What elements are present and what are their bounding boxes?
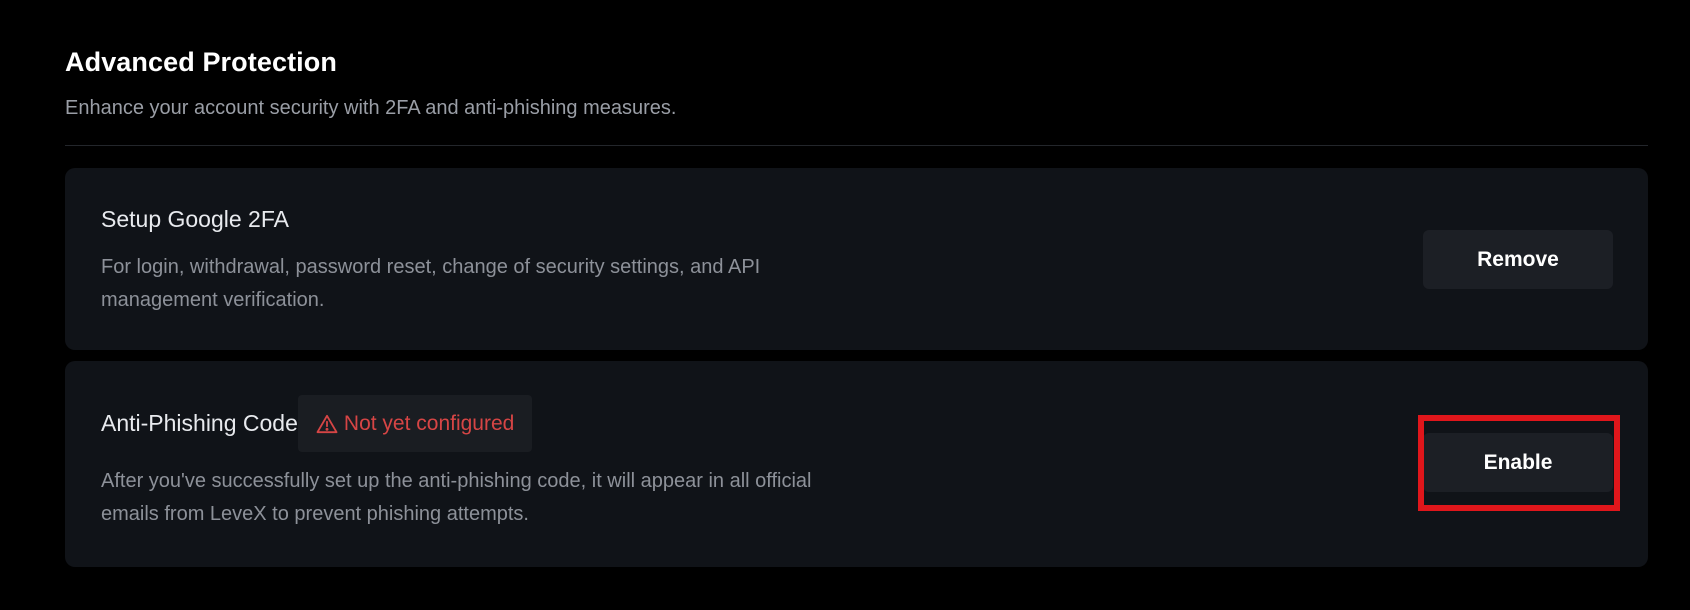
- advanced-protection-page: Advanced Protection Enhance your account…: [0, 0, 1690, 610]
- google-2fa-card: Setup Google 2FA For login, withdrawal, …: [65, 168, 1648, 350]
- warning-triangle-icon: [316, 414, 338, 434]
- anti-phishing-title-row: Anti-Phishing Code Not yet configured: [101, 395, 533, 452]
- enable-anti-phishing-button[interactable]: Enable: [1423, 433, 1613, 492]
- status-badge: Not yet configured: [297, 395, 533, 452]
- google-2fa-description: For login, withdrawal, password reset, c…: [101, 256, 761, 311]
- section-subtitle: Enhance your account security with 2FA a…: [65, 97, 677, 119]
- anti-phishing-title: Anti-Phishing Code: [101, 410, 298, 436]
- section-title: Advanced Protection: [65, 47, 337, 77]
- status-label: Not yet configured: [343, 411, 515, 435]
- anti-phishing-description: After you've successfully set up the ant…: [101, 470, 812, 525]
- section-divider: [65, 145, 1648, 146]
- anti-phishing-card: Anti-Phishing Code Not yet configured Af…: [65, 361, 1648, 567]
- remove-2fa-button[interactable]: Remove: [1423, 230, 1613, 289]
- google-2fa-title: Setup Google 2FA: [101, 206, 289, 232]
